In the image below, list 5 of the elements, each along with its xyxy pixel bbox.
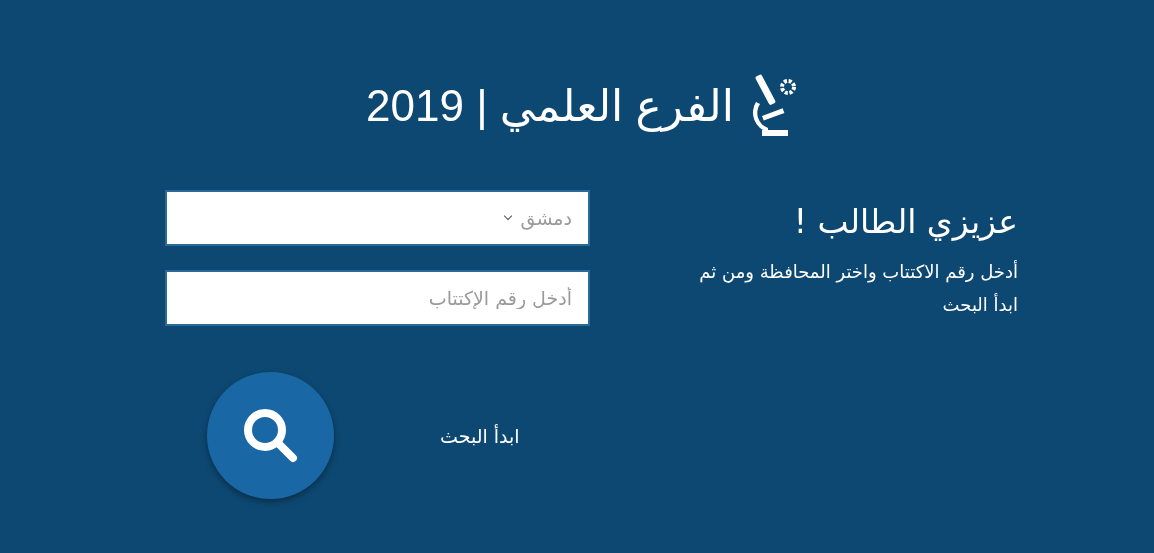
search-label: ابدأ البحث <box>440 424 520 447</box>
greeting-heading: عزيزي الطالب ! <box>792 202 1018 241</box>
instruction-text: أدخل رقم الاكتتاب واختر المحافظة ومن ثم ابدأ البحث <box>698 259 1018 317</box>
page-title: الفرع العلمي | 2019 <box>366 79 734 131</box>
province-dropdown[interactable]: دمشق <box>165 190 590 246</box>
